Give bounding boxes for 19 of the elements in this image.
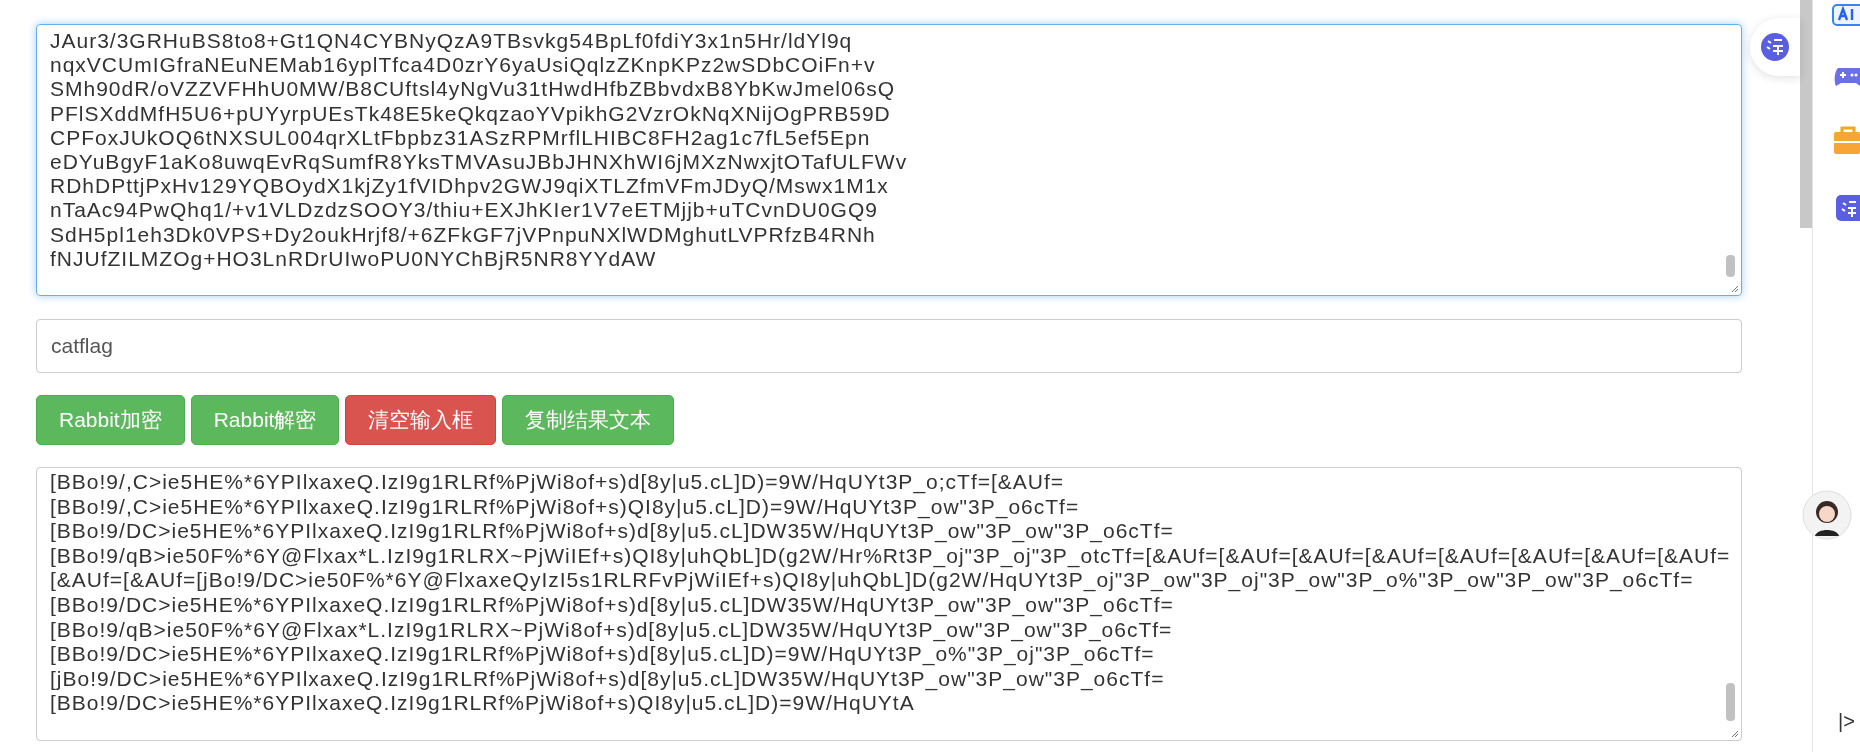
action-button[interactable]: Rabbit加密 <box>36 395 185 445</box>
scrollbar-thumb[interactable] <box>1726 255 1735 277</box>
ai-icon[interactable] <box>1832 4 1860 26</box>
page-scrollbar[interactable] <box>1800 0 1812 228</box>
input-text: JAur3/3GRHuBS8to8+Gt1QN4CYBNyQzA9TBsvkg54BpLf0fdiY3x1n5Hr/ldYl9q nqxVCUmIGfraNEuNEMab16yplTfca4D0zrY6yaUsiQqlzZKnpKPz2wSDbCOiFn+v SMh90dR/oVZZVFHhU0MW/B8CUftsl4yNgVu31tHwdHfbZBbvdxB8YbKwJmel06sQ PFlSXddMfH5U6+pUYyrpUEsTk48E5keQkqzaoYVpikhG2VzrOkNqXNijOgPRB59D CPFoxJUkOQ6tNXSUL004qrXLtFbpbz31ASzRPMrflLHIBC8FH2ag1c7fL5ef5Epn eDYuBgyF1aKo8uwqEvRqSumfR8YksTMVAsuJBbJHNXhWI6jMXzNwxjtOTafULFWv RDhDPttjPxHv129YQBOydX1kjZy1fVIDhpv2GWJ9qiXTLZfmVFmJDyQ/Mswx1M1x nTaAc94PwQhq1/+v1VLDzdzSOOY3/thiu+EXJhKIer1V7eETMjjb+uTCvnDU0GQ9 SdH5pl1eh3Dk0VPS+Dy2oukHrjf8/+6ZFkGF7jVPnpuNXlWDMghutLVPRfzB4RNh fNJUfZILMZOg+HO3LnRDrUIwoPU0NYChBjR5NR8YYdAW <box>50 29 908 272</box>
translate-icon[interactable] <box>1834 194 1860 222</box>
collapse-toggle[interactable]: |> <box>1838 706 1855 736</box>
output-text: [BBo!9/,C>ie5HE%*6YPIlxaxeQ.IzI9g1RLRf%PjWi8of+s)d[8y|u5.cL]D)=9W/HqUYt3P_o;cTf=[&AUf= [BBo!9/,C>ie5HE%*6YPIlxaxeQ.IzI9g1RLRf%PjWi8of+s)QI8y|u5.cL]D)=9W/HqUYt3P_ow"3P_o6cTf= [BBo!9/DC>ie5HE%*6YPIlxaxeQ.IzI9g1RLRf%PjWi8of+s)d[8y|u5.cL]DW35W/HqUYt3P_ow"3P_ow"3P_o6cTf= [BBo!9/qB>ie50F%*6Y@Flxax*L.IzI9g1RLRX~PjWiIEf+s)QI8y|uhQbL]D(g2W/Hr%Rt3P_oj"3P_oj"3P_otcTf=[&AUf=[&AUf=[&AUf=[&AUf=[&AUf=[&AUf=[&AUf=[&AUf= [&AUf=[&AUf=[jBo!9/DC>ie50F%*6Y@FlxaxeQyIzI5s1RLRFvPjWiIEf+s)QI8y|uhQbL]D(g2W/HqUYt3P_oj"3P_ow"3P_oj"3P_ow"3P_o%"3P_ow"3P_ow"3P_o6cTf= [BBo!9/DC>ie5HE%*6YPIlxaxeQ.IzI9g1RLRf%PjWi8of+s)d[8y|u5.cL]DW35W/HqUYt3P_ow"3P_ow"3P_o6cTf= [BBo!9/qB>ie50F%*6Y@Flxax*L.IzI9g1RLRX~PjWi8of+s)d[8y|u5.cL]DW35W/HqUYt3P_ow"3P_ow"3P_o6cTf= [BBo!9/DC>ie5HE%*6YPIlxaxeQ.IzI9g1RLRf%PjWi8of+s)d[8y|u5.cL]D)=9W/HqUYt3P_o%"3P_oj"3P_o6cTf= [jBo!9/DC>ie5HE%*6YPIlxaxeQ.IzI9g1RLRf%PjWi8of+s)d[8y|u5.cL]DW35W/HqUYt3P_ow"3P_ow"3P_o6cTf= [BBo!9/DC>ie5HE%*6YPIlxaxeQ.IzI9g1RLRf%PjWi8of+s)QI8y|u5.cL]D)=9W/HqUYtA <box>50 470 1731 716</box>
translate-icon[interactable] <box>1760 32 1790 62</box>
translate-button[interactable] <box>1750 18 1800 76</box>
key-input-field[interactable]: catflag <box>36 319 1742 373</box>
action-button[interactable]: 清空输入框 <box>345 395 497 445</box>
avatar-icon[interactable] <box>1802 490 1852 540</box>
resize-handle-icon[interactable] <box>1731 730 1739 738</box>
text-area[interactable] <box>36 24 1742 296</box>
action-button[interactable]: 复制结果文本 <box>502 395 675 445</box>
resize-handle-icon[interactable] <box>1731 285 1739 293</box>
scrollbar-thumb[interactable] <box>1726 683 1735 721</box>
action-button[interactable]: Rabbit解密 <box>190 395 340 445</box>
